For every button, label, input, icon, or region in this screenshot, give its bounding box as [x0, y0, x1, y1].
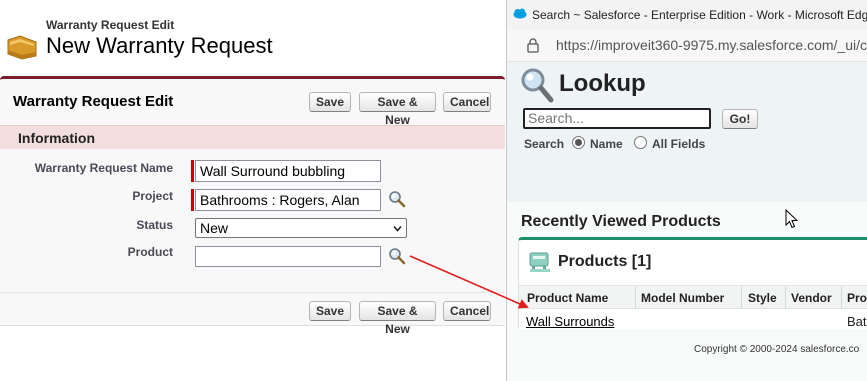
project-input[interactable]: Bathrooms : Rogers, Alan [195, 189, 381, 211]
window-title: Search ~ Salesforce - Enterprise Edition… [532, 8, 867, 22]
column-header[interactable]: Style [748, 291, 777, 305]
column-header[interactable]: Model Number [641, 291, 724, 305]
scope-name-label[interactable]: Name [590, 137, 623, 151]
table-row[interactable]: Wall Surrounds Bath [519, 310, 867, 331]
project-label: Project [132, 189, 173, 203]
warranty-request-name-label: Warranty Request Name [34, 161, 173, 175]
column-separator [841, 286, 842, 309]
section-title: Information [18, 130, 95, 146]
divider [0, 292, 505, 293]
product-lookup-icon[interactable] [388, 247, 406, 265]
product-input[interactable] [195, 246, 381, 267]
salesforce-cloud-icon [513, 8, 527, 19]
lookup-title: Lookup [559, 70, 646, 97]
products-related-list: Products [1] Product Name Model Number S… [518, 237, 867, 329]
column-header[interactable]: Vendor [791, 291, 832, 305]
save-new-button-bottom[interactable]: Save & New [359, 301, 436, 336]
column-separator [741, 286, 742, 309]
copyright-text: Copyright © 2000-2024 salesforce.co [694, 344, 860, 355]
warranty-request-name-input[interactable]: Wall Surround bubbling [195, 160, 381, 182]
products-icon [529, 252, 550, 272]
product-label: Product [127, 245, 173, 259]
product-name-link[interactable]: Wall Surrounds [526, 314, 614, 329]
products-list-title: Products [1] [558, 253, 652, 270]
status-select[interactable]: New [195, 218, 407, 238]
page-title: New Warranty Request [46, 33, 273, 58]
search-scope-label: Search [524, 137, 565, 151]
lookup-body: Lookup Search... Go! Search Name All Fie… [507, 62, 867, 381]
project-lookup-icon[interactable] [388, 190, 406, 208]
block-title: Warranty Request Edit [13, 93, 174, 110]
save-button-bottom[interactable]: Save [309, 301, 351, 321]
lookup-header: Lookup Search... Go! Search Name All Fie… [507, 62, 867, 202]
lock-icon [527, 38, 539, 53]
scope-all-fields-radio[interactable] [634, 136, 647, 149]
cancel-button-bottom[interactable]: Cancel [443, 301, 491, 321]
pro-cell: Bath [847, 314, 867, 329]
column-separator [785, 286, 786, 309]
status-selected-value: New [200, 220, 229, 236]
column-separator [635, 286, 636, 309]
lookup-popup-window: Search ~ Salesforce - Enterprise Edition… [506, 0, 867, 381]
lookup-search-input[interactable]: Search... [523, 108, 711, 129]
go-button[interactable]: Go! [722, 109, 758, 129]
url-text[interactable]: https://improveit360-9975.my.salesforce.… [556, 37, 867, 53]
scope-all-fields-label[interactable]: All Fields [652, 137, 705, 151]
warranty-request-edit-page: Warranty Request Edit New Warranty Reque… [0, 0, 507, 381]
column-header[interactable]: Product Name [527, 291, 608, 305]
cursor-icon [785, 209, 799, 229]
cancel-button[interactable]: Cancel [443, 92, 491, 112]
scope-name-radio[interactable] [572, 136, 585, 149]
folder-icon [7, 35, 37, 60]
page-subtitle: Warranty Request Edit [46, 18, 175, 32]
column-header[interactable]: Pro [847, 291, 867, 305]
save-button[interactable]: Save [309, 92, 351, 112]
save-new-button[interactable]: Save & New [359, 92, 436, 127]
chevron-down-icon [393, 225, 402, 232]
required-indicator [191, 160, 194, 182]
table-header: Product Name Model Number Style Vendor P… [519, 285, 867, 309]
recently-viewed-title: Recently Viewed Products [521, 213, 721, 230]
information-section-header: Information [0, 125, 505, 149]
status-label: Status [136, 218, 173, 232]
address-bar[interactable]: https://improveit360-9975.my.salesforce.… [507, 30, 867, 62]
magnifier-icon [521, 68, 554, 103]
required-indicator [191, 189, 194, 211]
page-header: Warranty Request Edit New Warranty Reque… [0, 10, 507, 70]
window-titlebar[interactable]: Search ~ Salesforce - Enterprise Edition… [507, 0, 867, 30]
edit-block: Warranty Request Edit Save Save & New Ca… [0, 76, 505, 336]
